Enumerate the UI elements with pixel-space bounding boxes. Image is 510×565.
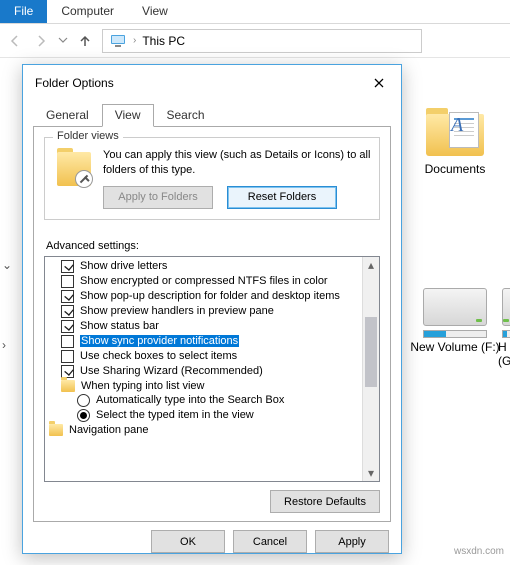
opt-navigation-pane: Navigation pane [47,423,377,437]
drive-f[interactable]: New Volume (F:) [410,288,500,354]
opt-label: Show status bar [80,320,159,332]
forward-icon[interactable] [32,32,50,50]
tab-panel-view: Folder views You can apply this view (su… [33,126,391,522]
checkbox-icon[interactable] [61,305,74,318]
opt-show-encrypted-color[interactable]: Show encrypted or compressed NTFS files … [47,274,377,289]
opt-show-popup-desc[interactable]: Show pop-up description for folder and d… [47,289,377,304]
tab-file[interactable]: File [0,0,47,23]
drive-label: (G [498,354,510,368]
up-icon[interactable] [76,32,94,50]
radio-icon[interactable] [77,409,90,422]
opt-select-typed-item[interactable]: Select the typed item in the view [47,408,377,423]
breadcrumb[interactable]: This PC [142,34,185,48]
opt-show-drive-letters[interactable]: Show drive letters [47,259,377,274]
drive-usage-bar [423,330,487,338]
opt-use-sharing-wizard[interactable]: Use Sharing Wizard (Recommended) [47,364,377,379]
opt-show-status-bar[interactable]: Show status bar [47,319,377,334]
nav-bar: › This PC [0,24,510,58]
breadcrumb-sep-icon: › [133,35,136,46]
folder-options-dialog: Folder Options General View Search Folde… [22,64,402,554]
drive-g[interactable]: H (G [498,288,510,368]
apply-to-folders-button: Apply to Folders [103,186,213,209]
checkbox-icon[interactable] [61,365,74,378]
back-icon[interactable] [6,32,24,50]
drive-label: New Volume (F:) [410,340,500,354]
address-bar[interactable]: › This PC [102,29,422,53]
pc-icon [109,32,127,50]
ribbon: File Computer View [0,0,510,24]
close-icon[interactable] [365,73,393,93]
opt-label: Show drive letters [80,260,167,272]
tab-general[interactable]: General [33,104,102,127]
dialog-tabs: General View Search [23,103,401,126]
checkbox-icon[interactable] [61,320,74,333]
folder-documents[interactable]: A Documents [410,108,500,176]
restore-defaults-button[interactable]: Restore Defaults [270,490,380,513]
drive-usage-bar [502,330,510,338]
radio-icon[interactable] [77,394,90,407]
scroll-thumb[interactable] [365,317,377,387]
opt-use-checkboxes[interactable]: Use check boxes to select items [47,349,377,364]
opt-label: Show encrypted or compressed NTFS files … [80,275,328,287]
scroll-up-icon[interactable]: ▴ [363,257,379,274]
drive-icon [423,288,487,326]
tree-expand-icon[interactable]: › [2,338,6,352]
opt-label: Use check boxes to select items [80,350,237,362]
tab-computer[interactable]: Computer [47,0,128,23]
folder-views-text: You can apply this view (such as Details… [103,148,371,178]
opt-label: When typing into list view [81,380,205,392]
folder-icon [49,424,63,436]
opt-label: Automatically type into the Search Box [96,394,284,406]
scroll-down-icon[interactable]: ▾ [363,464,379,481]
checkbox-icon[interactable] [61,260,74,273]
opt-auto-type-search[interactable]: Automatically type into the Search Box [47,393,377,408]
tree-expand-icon[interactable]: ⌄ [2,258,12,272]
checkbox-icon[interactable] [61,350,74,363]
checkbox-icon[interactable] [61,275,74,288]
opt-label: Show preview handlers in preview pane [80,305,274,317]
opt-typing-header: When typing into list view [47,379,377,393]
apply-button[interactable]: Apply [315,530,389,553]
folder-icon [61,380,75,392]
tab-view[interactable]: View [102,104,154,127]
advanced-settings-label: Advanced settings: [46,240,380,252]
folder-views-group: Folder views You can apply this view (su… [44,137,380,220]
opt-show-preview-handlers[interactable]: Show preview handlers in preview pane [47,304,377,319]
watermark: wsxdn.com [454,546,504,557]
tab-search[interactable]: Search [154,104,218,127]
reset-folders-button[interactable]: Reset Folders [227,186,337,209]
opt-show-sync-notifications[interactable]: Show sync provider notifications [47,334,377,349]
opt-label: Use Sharing Wizard (Recommended) [80,365,263,377]
drive-label: H [498,340,510,354]
cancel-button[interactable]: Cancel [233,530,307,553]
tab-view[interactable]: View [128,0,182,23]
opt-label: Select the typed item in the view [96,409,254,421]
recent-locations-icon[interactable] [58,34,68,48]
scrollbar[interactable]: ▴ ▾ [362,257,379,481]
checkbox-icon[interactable] [61,290,74,303]
dialog-title: Folder Options [35,76,114,90]
ok-button[interactable]: OK [151,530,225,553]
drive-icon [502,288,510,326]
folder-views-icon [53,148,95,190]
opt-label: Show pop-up description for folder and d… [80,290,340,302]
titlebar: Folder Options [23,65,401,99]
dialog-buttons: OK Cancel Apply [23,530,401,565]
advanced-settings-list[interactable]: Show drive letters Show encrypted or com… [44,256,380,482]
folder-label: Documents [410,162,500,176]
opt-label: Navigation pane [69,424,149,436]
group-legend: Folder views [53,130,123,142]
opt-label: Show sync provider notifications [80,335,239,347]
checkbox-icon[interactable] [61,335,74,348]
